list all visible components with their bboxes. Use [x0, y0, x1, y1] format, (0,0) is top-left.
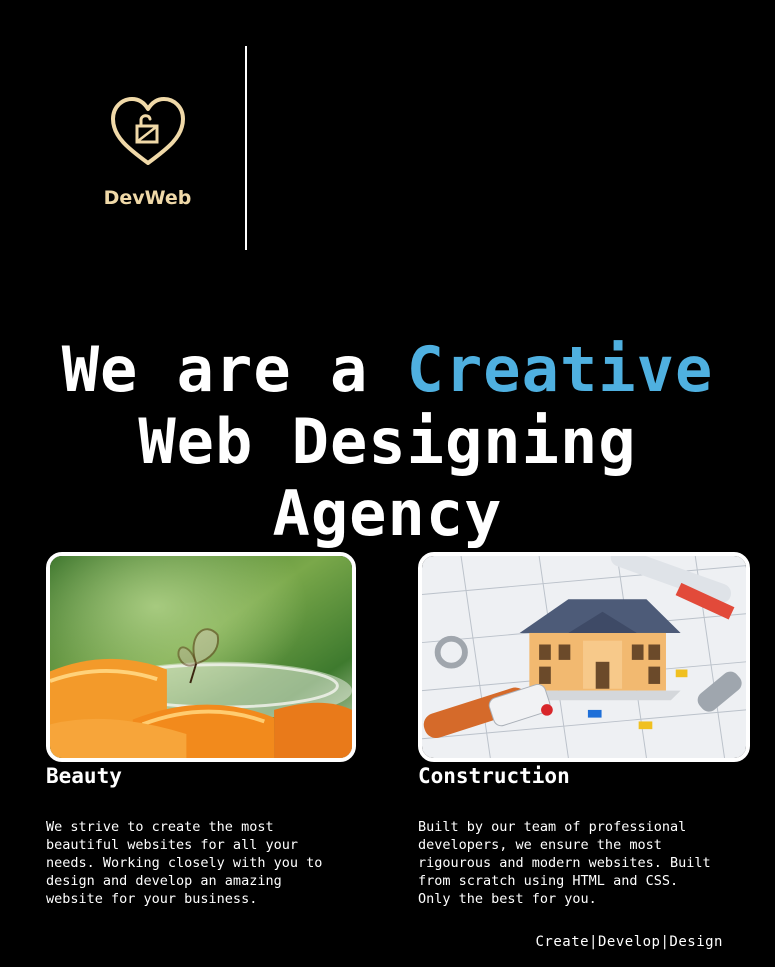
heart-lock-icon	[110, 97, 185, 165]
card-text: Built by our team of professional develo…	[418, 819, 711, 907]
hero-line2: Web Designing	[138, 404, 637, 478]
card-title: Beauty	[46, 764, 122, 788]
card-title: Construction	[418, 764, 570, 788]
footer-tagline: Create|Develop|Design	[535, 934, 723, 950]
hero-line1-accent: Creative	[406, 332, 714, 406]
brand-logo[interactable]: DevWeb	[90, 95, 205, 209]
hero-line1-pre: We are a	[61, 332, 407, 406]
brand-name: DevWeb	[103, 187, 192, 209]
card-construction: Construction Built by our team of profes…	[418, 552, 750, 908]
butterfly-orange-photo	[46, 552, 356, 762]
hero-headline: We are a Creative Web Designing Agency	[0, 332, 775, 550]
card-text: We strive to create the most beautiful w…	[46, 819, 323, 907]
card-beauty: Beauty We strive to create the most beau…	[46, 552, 356, 908]
house-blueprint-photo	[418, 552, 750, 762]
hero-line3: Agency	[272, 476, 503, 550]
header-divider	[245, 46, 247, 250]
